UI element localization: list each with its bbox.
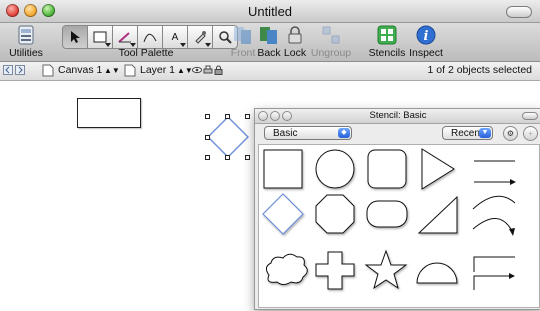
selection-handle[interactable] xyxy=(205,135,210,140)
back-label: Back xyxy=(257,47,281,59)
inspect-label: Inspect xyxy=(409,47,443,59)
gear-icon: ⚙ xyxy=(506,129,515,138)
tool-palette: A xyxy=(62,25,238,49)
selection-handle[interactable] xyxy=(245,114,250,119)
stencil-title: Stencil: Basic xyxy=(369,110,427,121)
stencil-title-bar: Stencil: Basic xyxy=(255,109,540,124)
stencil-octagon[interactable] xyxy=(315,194,355,234)
print-icon[interactable] xyxy=(203,65,213,78)
utilities-icon xyxy=(18,25,34,45)
inspect-button[interactable]: i Inspect xyxy=(406,23,446,61)
layer-popup-arrows-icon: ▲▼ xyxy=(177,66,193,75)
curve-icon xyxy=(143,33,157,43)
stencil-options-button[interactable]: ⚙ xyxy=(503,126,518,141)
text-tool-glyph: A xyxy=(171,31,179,43)
stencil-toolbar-toggle[interactable] xyxy=(522,112,538,120)
arrow-pointer-icon xyxy=(71,31,80,43)
visible-eye-icon[interactable] xyxy=(192,65,202,78)
selection-tool[interactable] xyxy=(62,25,88,49)
stencils-icon xyxy=(377,25,397,45)
brush-icon xyxy=(195,31,206,44)
canvas-popup[interactable]: Canvas 1 xyxy=(58,64,102,76)
rectangle-icon xyxy=(93,31,107,43)
utilities-label: Utilities xyxy=(9,47,43,59)
style-brush-tool[interactable] xyxy=(188,25,213,49)
layer-popup[interactable]: Layer 1 xyxy=(140,64,175,76)
stencil-arrow-line[interactable] xyxy=(474,179,516,185)
utilities-button[interactable]: Utilities xyxy=(6,23,46,61)
stencil-half-circle[interactable] xyxy=(416,262,458,284)
popup-arrow-icon: ▼ xyxy=(479,128,491,138)
nav-back-icon xyxy=(3,65,13,75)
stencil-filter-value: Recent xyxy=(451,128,483,139)
layer-icon xyxy=(124,64,136,80)
lock-icon xyxy=(288,26,302,44)
forward-nav-button[interactable] xyxy=(15,65,25,78)
back-button[interactable]: Back xyxy=(255,23,283,61)
stencil-palette-window: Stencil: Basic Basic ◆ Recent ▼ ⚙ + xyxy=(254,108,540,310)
stencil-cloud[interactable] xyxy=(265,253,308,285)
selection-handle[interactable] xyxy=(205,114,210,119)
lock-label: Lock xyxy=(283,47,307,59)
stencil-shapes-grid xyxy=(258,144,540,308)
title-bar: Untitled xyxy=(0,0,540,23)
selection-handle[interactable] xyxy=(225,114,230,119)
stencil-curved-arrow[interactable] xyxy=(472,218,515,236)
stencil-filter-popup[interactable]: Recent ▼ xyxy=(442,126,493,140)
selection-status: 1 of 2 objects selected xyxy=(427,64,532,76)
stencil-library-popup[interactable]: Basic ◆ xyxy=(264,126,352,140)
plus-icon: + xyxy=(528,129,533,138)
pen-line-icon xyxy=(118,32,131,43)
stencil-elbow-line[interactable] xyxy=(473,256,515,272)
toolbar: Utilities A Tool Palette Front Back Lock… xyxy=(0,23,540,62)
rectangle-shape[interactable] xyxy=(77,98,141,128)
send-to-back-icon xyxy=(260,27,277,44)
stencil-right-triangle[interactable] xyxy=(417,195,458,234)
layer-lock-icon[interactable] xyxy=(214,65,223,78)
stencils-label: Stencils xyxy=(368,47,406,59)
stencil-rectangle[interactable] xyxy=(263,149,303,189)
stencil-add-button[interactable]: + xyxy=(523,126,538,141)
canvas-status-bar: Canvas 1 ▲▼ Layer 1 ▲▼ 1 of 2 objects se… xyxy=(0,62,540,81)
selection-handle[interactable] xyxy=(225,155,230,160)
stencil-triangle[interactable] xyxy=(421,148,455,190)
text-tool[interactable]: A xyxy=(163,25,188,49)
stencil-circle[interactable] xyxy=(315,149,355,189)
stencil-cross[interactable] xyxy=(315,251,355,290)
popup-arrows-icon: ◆ xyxy=(338,128,350,138)
stencil-capsule[interactable] xyxy=(366,200,408,228)
ungroup-button[interactable]: Ungroup xyxy=(308,23,354,61)
stencil-star[interactable] xyxy=(364,249,408,290)
stencil-library-value: Basic xyxy=(273,128,298,139)
stencil-diamond[interactable] xyxy=(262,193,304,235)
window-title: Untitled xyxy=(247,4,293,19)
svg-text:i: i xyxy=(424,29,429,44)
canvas-icon xyxy=(42,64,54,80)
selection-handle[interactable] xyxy=(245,155,250,160)
front-label: Front xyxy=(230,47,256,59)
lock-button[interactable]: Lock xyxy=(282,23,308,61)
tool-palette-label: Tool Palette xyxy=(118,47,174,59)
stencil-elbow-arrow[interactable] xyxy=(473,273,515,290)
shape-tool[interactable] xyxy=(88,25,113,49)
bring-to-front-icon xyxy=(234,27,251,44)
stencils-button[interactable]: Stencils xyxy=(366,23,408,61)
back-nav-button[interactable] xyxy=(3,65,13,78)
ungroup-icon xyxy=(322,26,340,44)
nav-forward-icon xyxy=(15,65,25,75)
stencil-curved-line[interactable] xyxy=(472,195,516,210)
toolbar-toggle-button[interactable] xyxy=(506,6,532,18)
front-button[interactable]: Front xyxy=(228,23,258,61)
stencil-rounded-rectangle[interactable] xyxy=(367,149,407,189)
canvas-popup-arrows-icon: ▲▼ xyxy=(104,66,120,75)
info-icon: i xyxy=(416,25,436,45)
line-tool[interactable] xyxy=(113,25,138,49)
selection-handle[interactable] xyxy=(205,155,210,160)
curve-tool[interactable] xyxy=(138,25,163,49)
ungroup-label: Ungroup xyxy=(310,47,352,59)
